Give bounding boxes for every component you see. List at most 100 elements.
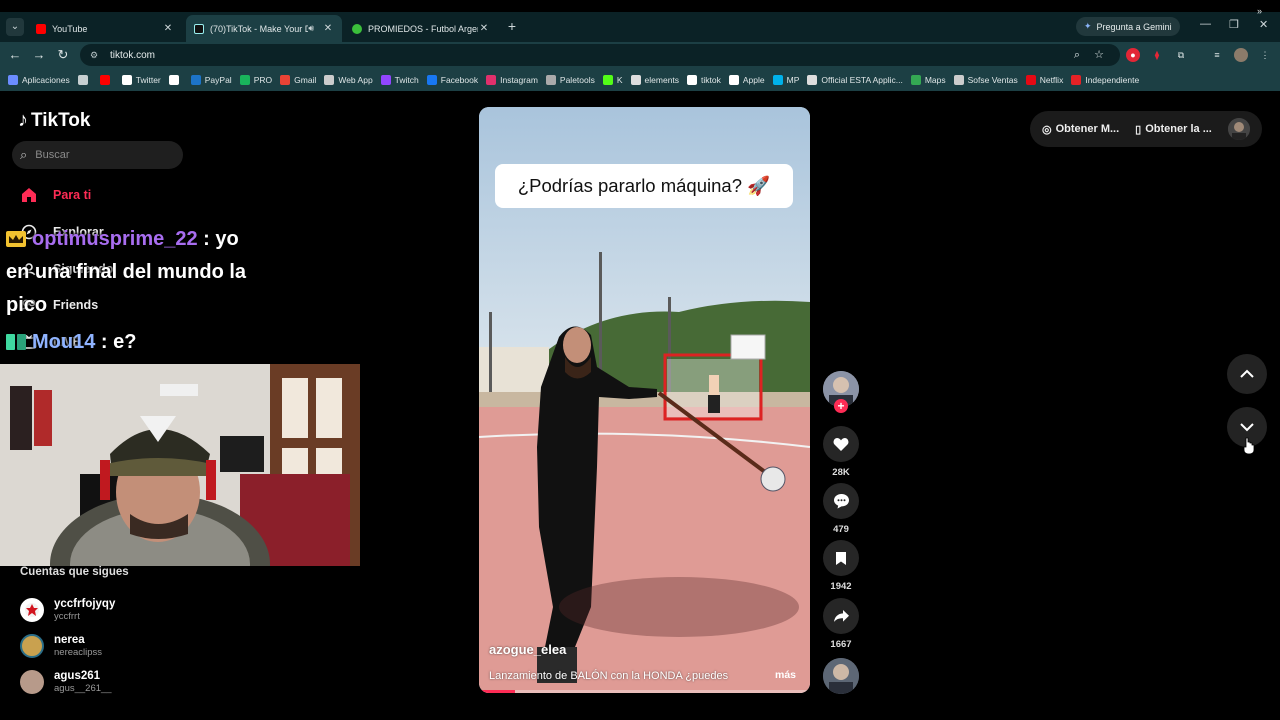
bookmark-item[interactable]: elements — [630, 74, 680, 85]
extensions-puzzle-icon[interactable]: ⧉ — [1174, 48, 1188, 62]
bookmark-favicon-icon — [99, 74, 110, 85]
get-app-button[interactable]: ◎ Obtener M... — [1042, 123, 1119, 136]
video-author[interactable]: azogue_elea — [489, 642, 566, 657]
comment-button[interactable]: 479 — [823, 483, 859, 535]
gemini-label: Pregunta a Gemini — [1096, 21, 1172, 32]
bookmark-label: K — [616, 74, 623, 85]
bookmark-item[interactable]: Gmail — [280, 74, 316, 85]
avatar — [20, 598, 44, 622]
music-disc-avatar[interactable] — [823, 658, 859, 694]
more-button[interactable]: más — [775, 669, 796, 681]
bookmark-item[interactable]: tiktok — [687, 74, 721, 85]
previous-video-button[interactable] — [1227, 354, 1267, 394]
chevron-down-icon — [1240, 423, 1254, 432]
zoom-icon[interactable]: ⌕ — [1068, 44, 1086, 66]
like-count: 28K — [832, 467, 850, 478]
profile-avatar[interactable] — [1234, 48, 1248, 62]
share-button[interactable]: 1667 — [823, 598, 859, 650]
bookmark-item[interactable]: Facebook — [426, 74, 478, 85]
following-account[interactable]: yccfrfojyqy yccfrrt — [20, 598, 115, 622]
menu-icon[interactable]: ⋮ — [1258, 48, 1272, 62]
bookmark-star-icon[interactable]: ☆ — [1090, 44, 1108, 66]
close-tab-icon[interactable]: ✕ — [162, 23, 174, 34]
close-tab-icon[interactable]: ✕ — [322, 23, 334, 34]
bookmark-label: Twitch — [394, 74, 419, 85]
bookmark-label: elements — [644, 74, 680, 85]
bookmark-item[interactable]: Independiente — [1071, 74, 1140, 85]
tab-youtube[interactable]: YouTube ✕ — [28, 15, 182, 42]
site-info-icon[interactable]: ⚙ — [88, 49, 100, 61]
bookmark-favicon-icon — [910, 74, 921, 85]
following-account[interactable]: agus261 agus__261__ — [20, 670, 112, 694]
search-input[interactable]: ⌕ Buscar — [12, 141, 183, 169]
nav-for-you[interactable]: Para ti — [20, 186, 91, 204]
bookmark-item[interactable]: Paletools — [545, 74, 595, 85]
bookmark-favicon-icon — [168, 74, 179, 85]
account-handle: agus__261__ — [54, 683, 112, 694]
bookmark-item[interactable]: Official ESTA Applic... — [807, 74, 903, 85]
tab-tiktok[interactable]: (70)TikTok - Make Your Day 🔊︎ ✕ — [186, 15, 342, 42]
bookmark-item[interactable]: MP — [772, 74, 799, 85]
close-tab-icon[interactable]: ✕ — [478, 23, 490, 34]
bookmark-label: Sofse Ventas — [967, 74, 1018, 85]
bookmark-label: tiktok — [701, 74, 721, 85]
chat-username: Mou14 — [32, 331, 96, 353]
bookmark-item[interactable]: Twitter — [121, 74, 161, 85]
bookmark-item[interactable]: K — [602, 74, 623, 85]
top-right-actions: ◎ Obtener M... ▯ Obtener la ... — [1030, 111, 1262, 147]
restore-button[interactable]: ❐ — [1229, 18, 1239, 31]
bookmark-favicon-icon — [486, 74, 497, 85]
extension-icon[interactable]: ● — [1126, 48, 1140, 62]
heart-icon — [823, 426, 859, 462]
bookmark-item[interactable]: Aplicaciones — [8, 74, 70, 85]
bookmark-item[interactable]: Netflix — [1025, 74, 1063, 85]
bookmark-item[interactable] — [99, 74, 114, 85]
bookmark-label: Twitter — [135, 74, 161, 85]
follow-plus-button[interactable]: + — [834, 399, 848, 413]
bookmarks-overflow-button[interactable]: » — [1257, 6, 1262, 16]
gemini-icon: ✦ — [1084, 21, 1092, 31]
tab-search-button[interactable]: ⌄ — [6, 18, 24, 36]
avatar — [20, 634, 44, 658]
profile-avatar[interactable] — [1228, 118, 1250, 140]
reload-button[interactable]: ↻ — [54, 46, 72, 64]
phone-icon: ▯ — [1135, 123, 1142, 136]
speaker-icon[interactable]: 🔊︎ — [308, 23, 314, 34]
gemini-button[interactable]: ✦ Pregunta a Gemini — [1076, 17, 1180, 36]
video-player[interactable]: ¿Podrías pararlo máquina? 🚀 azogue_elea … — [479, 107, 810, 693]
save-button[interactable]: 1942 — [823, 540, 859, 592]
avatar — [20, 670, 44, 694]
bookmark-label: Independiente — [1085, 74, 1140, 85]
back-button[interactable]: ← — [6, 46, 24, 64]
media-control-icon[interactable]: ≡ — [1210, 48, 1224, 62]
bookmark-favicon-icon — [280, 74, 291, 85]
bookmark-item[interactable]: Sofse Ventas — [953, 74, 1018, 85]
forward-button[interactable]: → — [30, 46, 48, 64]
tab-promiedos[interactable]: PROMIEDOS - Futbol Argentino ✕ — [344, 15, 498, 42]
bookmark-item[interactable]: Web App — [324, 74, 373, 85]
extension-icon[interactable]: ⧫ — [1150, 48, 1164, 62]
logo-text: TikTok — [31, 109, 91, 131]
bookmark-favicon-icon — [602, 74, 613, 85]
close-window-button[interactable]: ✕ — [1259, 18, 1268, 31]
address-bar[interactable]: ⚙ tiktok.com ⌕ ☆ — [80, 44, 1120, 66]
save-count: 1942 — [830, 581, 852, 592]
bookmark-item[interactable]: PRO — [239, 74, 272, 85]
comment-count: 479 — [833, 524, 849, 535]
bookmark-favicon-icon — [630, 74, 641, 85]
video-progress-bar[interactable] — [479, 690, 810, 693]
bookmark-item[interactable] — [77, 74, 92, 85]
following-account[interactable]: nerea nereaclipss — [20, 634, 102, 658]
bookmark-item[interactable]: Instagram — [486, 74, 538, 85]
bookmark-item[interactable]: PayPal — [190, 74, 232, 85]
bookmark-favicon-icon — [380, 74, 391, 85]
bookmark-item[interactable]: Twitch — [380, 74, 419, 85]
like-button[interactable]: 28K — [823, 426, 859, 478]
bookmark-item[interactable]: Apple — [728, 74, 765, 85]
tiktok-logo[interactable]: ♪ TikTok — [18, 109, 90, 132]
bookmark-item[interactable] — [168, 74, 183, 85]
minimize-button[interactable]: — — [1200, 18, 1211, 30]
new-tab-button[interactable]: + — [504, 18, 520, 34]
bookmark-item[interactable]: Maps — [910, 74, 946, 85]
get-desktop-app-button[interactable]: ▯ Obtener la ... — [1135, 123, 1212, 136]
